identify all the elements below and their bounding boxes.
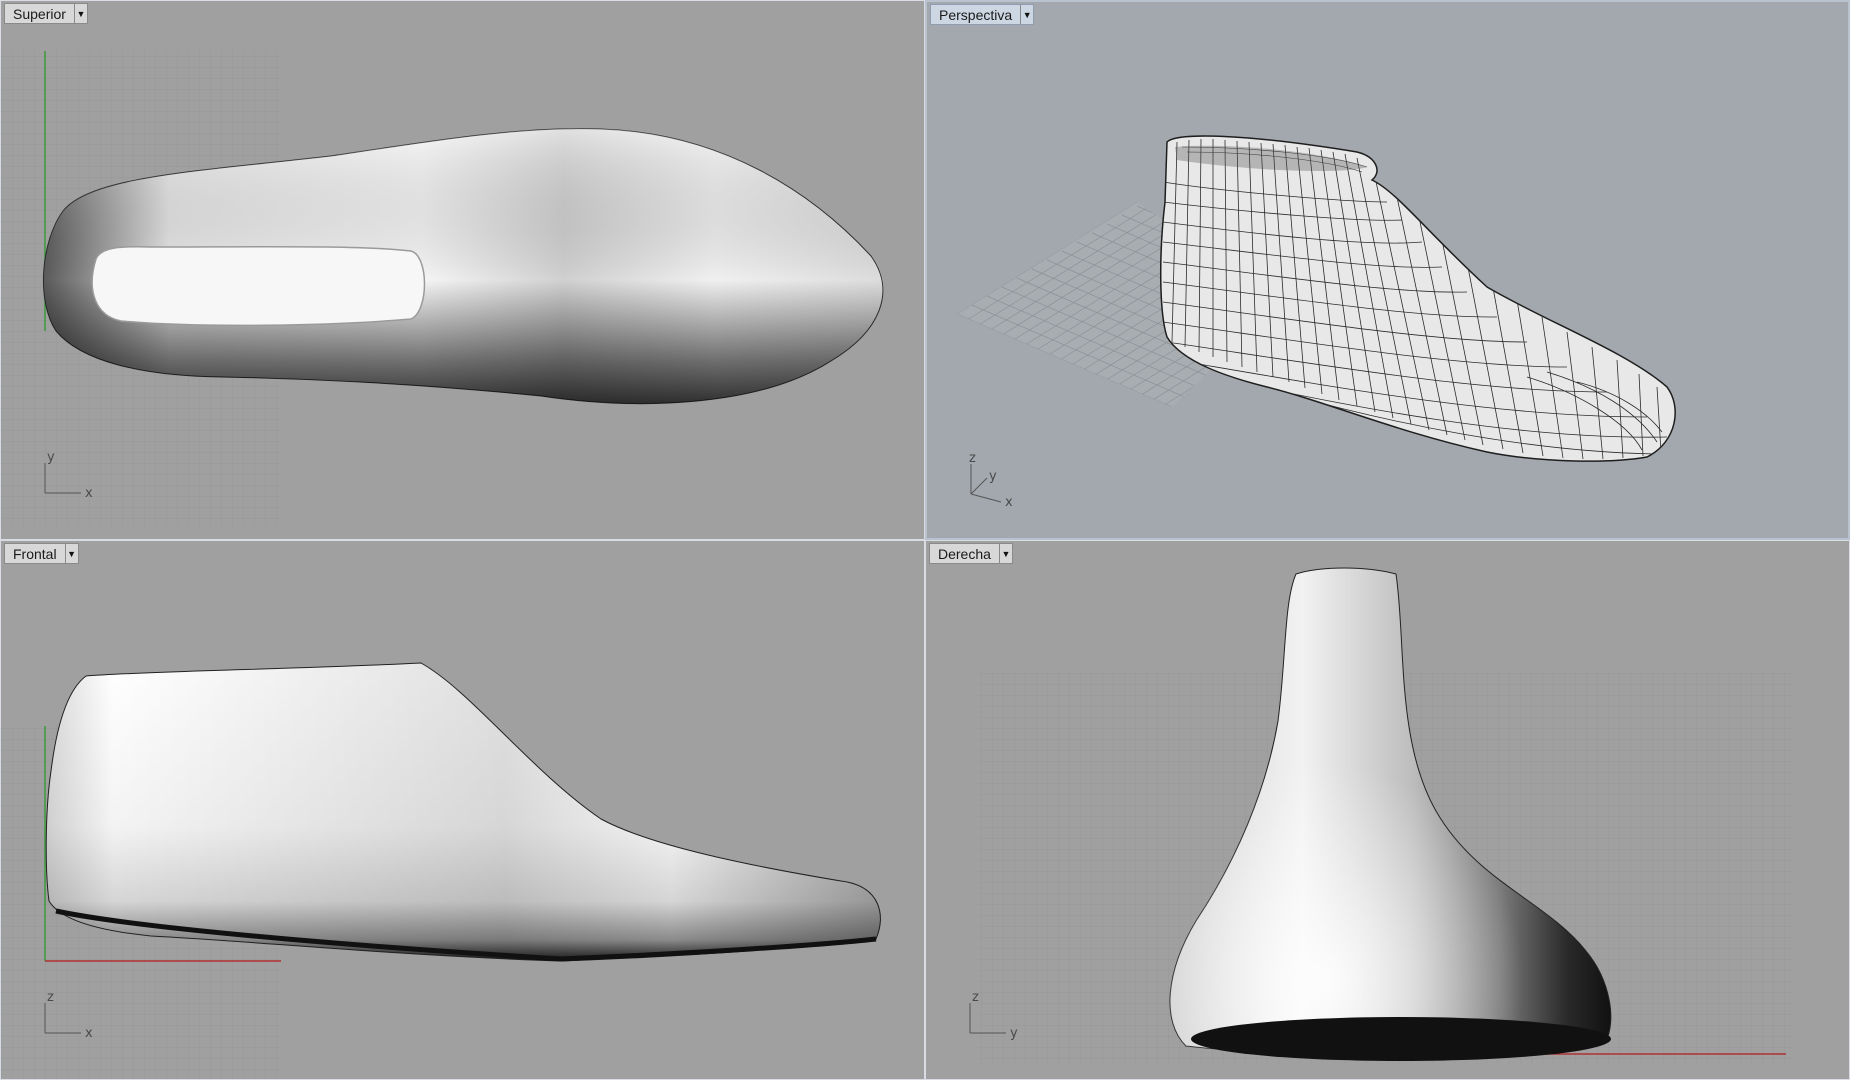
last-top-opening <box>91 245 426 327</box>
axis-triad: z y x <box>969 451 1013 510</box>
dropdown-arrow-icon[interactable]: ▼ <box>998 544 1012 563</box>
shoe-last-wireframe[interactable] <box>1160 135 1676 462</box>
viewport-tab-top[interactable]: Superior ▼ <box>4 3 88 24</box>
svg-text:z: z <box>47 990 54 1005</box>
viewport-title: Frontal <box>13 546 57 562</box>
dropdown-arrow-icon[interactable]: ▼ <box>64 544 78 563</box>
viewport-title: Perspectiva <box>939 7 1013 23</box>
viewport-title: Superior <box>13 6 66 22</box>
perspective-view-scene[interactable]: z y x <box>927 2 1850 540</box>
svg-text:y: y <box>1010 1026 1018 1041</box>
svg-text:z: z <box>969 451 976 466</box>
last-sole-shadow <box>1191 1017 1611 1061</box>
viewport-tab-perspective[interactable]: Perspectiva ▼ <box>930 4 1035 25</box>
svg-text:z: z <box>972 990 979 1005</box>
shoe-last-front[interactable] <box>45 662 881 962</box>
viewport-layout: Superior ▼ y x Perspectiva ▼ z y x Front… <box>0 0 1850 1080</box>
viewport-tab-front[interactable]: Frontal ▼ <box>4 543 79 564</box>
viewport-tab-right[interactable]: Derecha ▼ <box>929 543 1013 564</box>
right-view-scene[interactable]: z y <box>926 541 1850 1080</box>
svg-text:y: y <box>47 450 55 465</box>
svg-text:x: x <box>85 486 93 501</box>
svg-text:y: y <box>989 469 997 484</box>
viewport-top[interactable]: Superior ▼ y x <box>0 0 925 540</box>
top-view-scene[interactable]: y x <box>1 1 925 540</box>
viewport-perspective[interactable]: Perspectiva ▼ z y x <box>925 0 1850 540</box>
front-view-scene[interactable]: z x <box>1 541 925 1080</box>
svg-text:x: x <box>85 1026 93 1041</box>
dropdown-arrow-icon[interactable]: ▼ <box>73 4 87 23</box>
viewport-right[interactable]: Derecha ▼ z y <box>925 540 1850 1080</box>
dropdown-arrow-icon[interactable]: ▼ <box>1020 5 1033 24</box>
viewport-front[interactable]: Frontal ▼ z x <box>0 540 925 1080</box>
svg-text:x: x <box>1005 495 1013 510</box>
viewport-title: Derecha <box>938 546 991 562</box>
